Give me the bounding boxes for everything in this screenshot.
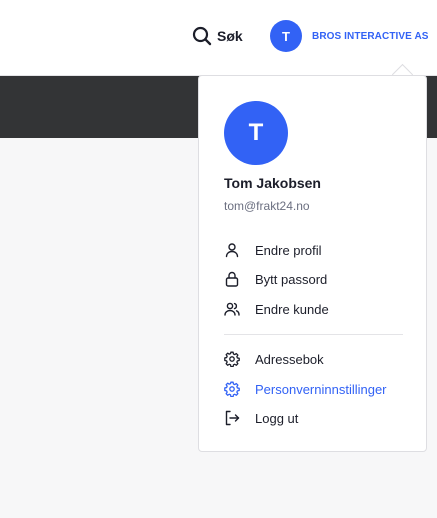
user-avatar: T: [224, 101, 288, 165]
menu-item-privacy-settings[interactable]: Personverninnstillinger: [224, 378, 387, 400]
gear-icon: [224, 381, 240, 397]
search-button[interactable]: Søk: [192, 24, 243, 48]
menu-item-label: Adressebok: [255, 351, 324, 367]
search-icon: [192, 26, 212, 46]
menu-item-label: Logg ut: [255, 410, 299, 426]
avatar: T: [270, 20, 302, 52]
menu-item-label: Personverninnstillinger: [255, 381, 387, 397]
user-dropdown-menu: T Tom Jakobsen tom@frakt24.no Endre prof…: [198, 75, 427, 452]
menu-item-label: Endre profil: [255, 242, 322, 258]
company-name: BROS INTERACTIVE AS: [312, 30, 429, 42]
menu-item-edit-profile[interactable]: Endre profil: [224, 239, 321, 261]
user-name: Tom Jakobsen: [224, 175, 321, 191]
lock-icon: [225, 271, 239, 287]
user-email: tom@frakt24.no: [224, 199, 310, 213]
menu-divider: [224, 334, 403, 335]
menu-item-logout[interactable]: Logg ut: [224, 407, 298, 429]
menu-item-label: Bytt passord: [255, 271, 328, 287]
menu-item-change-password[interactable]: Bytt passord: [224, 268, 327, 290]
logout-icon: [225, 410, 240, 426]
menu-item-change-customer[interactable]: Endre kunde: [224, 298, 329, 320]
search-label: Søk: [217, 28, 243, 44]
user-icon: [225, 243, 239, 258]
menu-item-address-book[interactable]: Adressebok: [224, 348, 324, 370]
menu-item-label: Endre kunde: [255, 301, 329, 317]
account-menu-toggle[interactable]: T BROS INTERACTIVE AS: [270, 20, 429, 52]
gear-icon: [224, 351, 240, 367]
top-bar: Søk T BROS INTERACTIVE AS: [0, 0, 437, 76]
users-icon: [224, 302, 240, 316]
